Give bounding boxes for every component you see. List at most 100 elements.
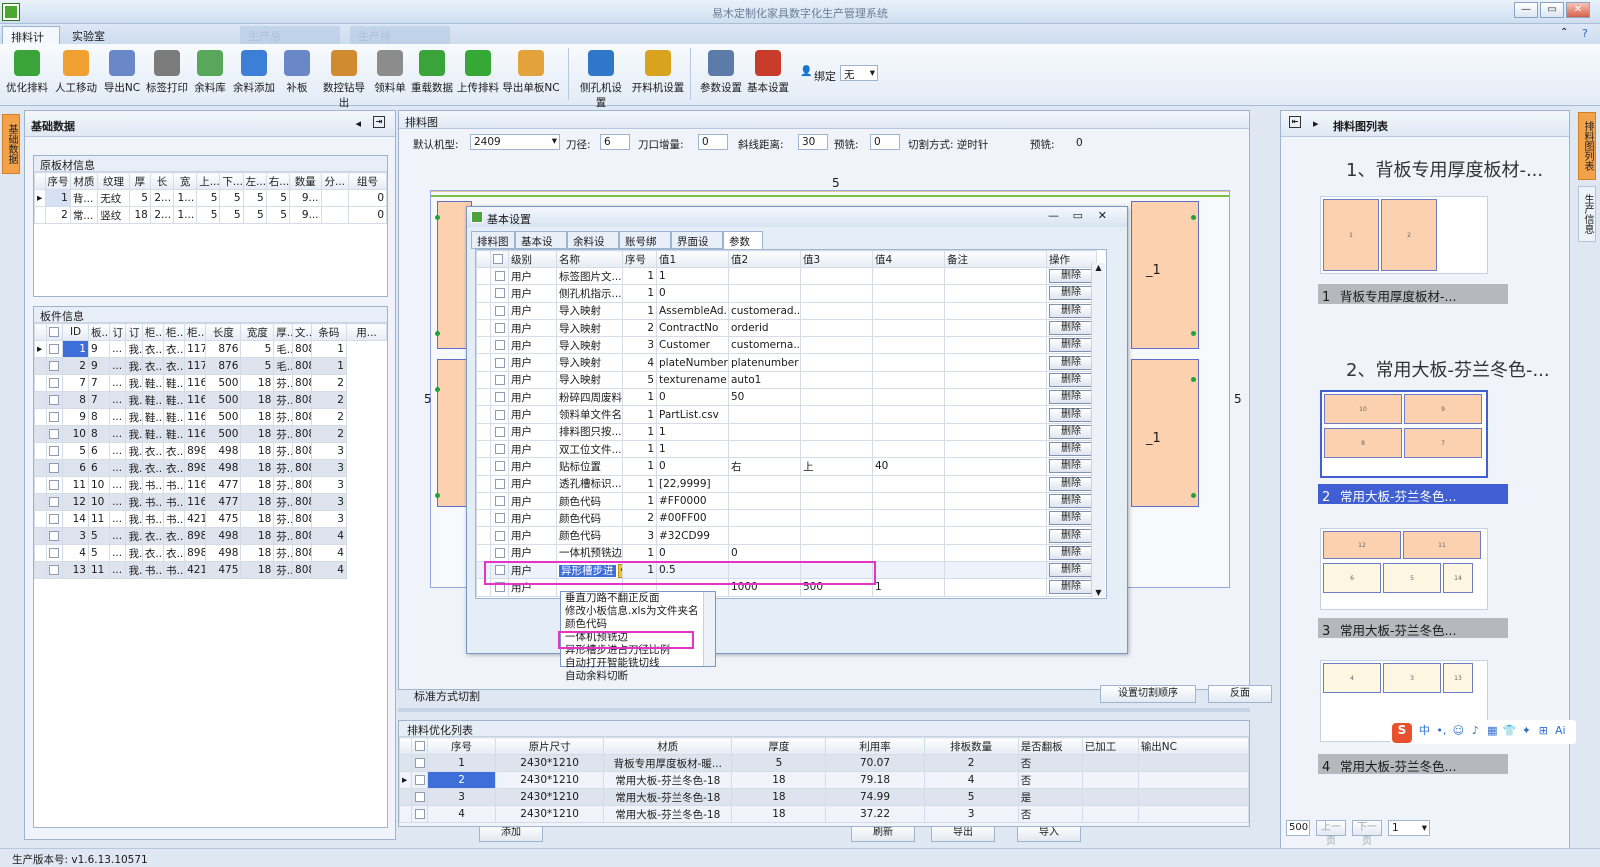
- sheet-thumbnail[interactable]: 12 11 6 5 14: [1320, 528, 1488, 610]
- table-row[interactable]: 用户 颜色代码 3 #32CD99 删除: [476, 526, 1097, 545]
- param-cell[interactable]: orderid: [728, 318, 801, 338]
- param-cell[interactable]: [872, 353, 945, 372]
- part-cell[interactable]: 808...: [292, 425, 312, 443]
- raw-cell[interactable]: [320, 189, 349, 207]
- optimize-cell[interactable]: 4: [923, 771, 1019, 789]
- part-cell[interactable]: 18: [240, 510, 275, 528]
- part-cell[interactable]: ...: [109, 527, 127, 545]
- part-cell[interactable]: 421: [184, 561, 207, 579]
- table-row[interactable]: 用户 双工位文件... 1 1 删除: [476, 439, 1097, 459]
- param-cell[interactable]: [800, 509, 873, 528]
- param-cell[interactable]: 0: [656, 543, 729, 563]
- part-cell[interactable]: ...: [109, 357, 127, 375]
- part-cell[interactable]: 477: [205, 476, 242, 494]
- row-checkbox[interactable]: [49, 548, 60, 558]
- param-cell[interactable]: [872, 336, 945, 355]
- row-checkbox[interactable]: [49, 395, 60, 405]
- param-cell[interactable]: 1: [622, 439, 657, 459]
- part-cell[interactable]: 3: [310, 493, 347, 511]
- parts-column-header[interactable]: ID: [62, 323, 89, 341]
- param-cell[interactable]: [944, 370, 1047, 390]
- part-cell[interactable]: 10: [87, 493, 111, 511]
- row-checkbox[interactable]: [414, 809, 425, 819]
- optimize-column-header[interactable]: 原片尺寸: [495, 737, 605, 755]
- table-row[interactable]: 66...我...衣...衣...89849818芬...808...3: [34, 459, 387, 477]
- part-cell[interactable]: 808...: [292, 442, 312, 460]
- dropdown-item[interactable]: 修改小板信息.xls为文件夹名: [565, 605, 715, 618]
- part-cell[interactable]: 1164: [184, 425, 207, 443]
- part-cell[interactable]: 我...: [125, 357, 143, 375]
- optimize-cell[interactable]: [1081, 805, 1139, 823]
- part-cell[interactable]: 书...: [141, 476, 165, 494]
- param-cell[interactable]: [728, 526, 801, 545]
- part-cell[interactable]: 书...: [141, 561, 165, 579]
- raw-cell[interactable]: 0: [347, 189, 388, 207]
- part-cell[interactable]: 11: [87, 510, 111, 528]
- raw-column-header[interactable]: 下...: [219, 172, 244, 190]
- raw-cell[interactable]: 5: [242, 189, 267, 207]
- checkbox-cell[interactable]: [45, 459, 64, 477]
- optimize-cell[interactable]: 1: [427, 754, 497, 772]
- row-checkbox[interactable]: [494, 478, 505, 489]
- raw-cell[interactable]: 9...: [288, 206, 322, 224]
- part-cell[interactable]: 毛...: [273, 357, 294, 375]
- row-checkbox[interactable]: [49, 514, 60, 524]
- part-cell[interactable]: 18: [240, 561, 275, 579]
- delete-button[interactable]: 删除: [1049, 545, 1093, 560]
- part-cell[interactable]: 18: [240, 527, 275, 545]
- param-column-header[interactable]: 备注: [944, 250, 1047, 268]
- part-cell[interactable]: 毛...: [273, 340, 294, 358]
- part-cell[interactable]: 498: [205, 527, 242, 545]
- dock-icon[interactable]: ⇤: [1289, 116, 1301, 128]
- raw-cell[interactable]: 常...: [69, 206, 99, 224]
- param-cell[interactable]: 用户: [508, 543, 557, 563]
- delete-button[interactable]: 删除: [1049, 338, 1093, 353]
- table-row[interactable]: 77...我...鞋...鞋...116450018芬...808...2: [34, 374, 387, 392]
- param-cell[interactable]: [728, 405, 801, 424]
- optimize-cell[interactable]: 是: [1017, 788, 1083, 806]
- part-cell[interactable]: 2: [62, 357, 89, 375]
- part-cell[interactable]: 500: [205, 374, 242, 392]
- param-cell[interactable]: [944, 474, 1047, 493]
- part-cell[interactable]: 808...: [292, 374, 312, 392]
- part-cell[interactable]: 我...: [125, 527, 143, 545]
- raw-column-header[interactable]: 上...: [196, 172, 221, 190]
- param-cell[interactable]: 用户: [508, 457, 557, 476]
- delete-button[interactable]: 删除: [1049, 390, 1093, 405]
- optimize-cell[interactable]: 常用大板-芬兰冬色-18: [603, 788, 733, 806]
- param-cell[interactable]: platenumber: [728, 353, 801, 372]
- param-cell[interactable]: 1: [622, 543, 657, 563]
- row-checkbox[interactable]: [494, 271, 505, 282]
- optimize-column-header[interactable]: 材质: [603, 737, 733, 755]
- dropdown-item[interactable]: 自动余料切断: [565, 670, 715, 683]
- part-cell[interactable]: 芬...: [273, 493, 294, 511]
- part-cell[interactable]: 鞋...: [163, 391, 186, 409]
- part-cell[interactable]: 衣...: [141, 357, 165, 375]
- part-cell[interactable]: ...: [109, 340, 127, 358]
- param-cell[interactable]: 用户: [508, 301, 557, 320]
- part-cell[interactable]: 898: [184, 459, 207, 477]
- row-checkbox[interactable]: [494, 530, 505, 541]
- param-cell[interactable]: 0: [728, 543, 801, 563]
- part-cell[interactable]: 808...: [292, 459, 312, 477]
- dialog-tab[interactable]: 界面设置: [671, 231, 723, 263]
- param-cell[interactable]: 导入映射: [556, 318, 623, 338]
- param-cell[interactable]: 用户: [508, 336, 557, 355]
- ghost-tab-1[interactable]: 生产总: [240, 26, 340, 44]
- checkbox-cell[interactable]: [490, 509, 509, 528]
- part-cell[interactable]: 8: [62, 391, 89, 409]
- param-cell[interactable]: [800, 353, 873, 372]
- param-cell[interactable]: [872, 318, 945, 338]
- parts-column-header[interactable]: 订: [125, 323, 143, 341]
- row-checkbox[interactable]: [414, 758, 425, 768]
- table-row[interactable]: 用户 导入映射 1 AssembleAd... customerad... 删除: [476, 301, 1097, 320]
- close-button[interactable]: ✕: [1566, 2, 1590, 18]
- row-checkbox[interactable]: [49, 378, 60, 388]
- 导出NC-button[interactable]: 导出NC: [102, 48, 142, 102]
- part-cell[interactable]: 876: [205, 340, 242, 358]
- delete-button[interactable]: 删除: [1049, 286, 1093, 301]
- optimize-column-header[interactable]: 是否翻板: [1017, 737, 1083, 755]
- 基本设置-button[interactable]: 基本设置: [746, 48, 790, 102]
- part-cell[interactable]: 5: [240, 340, 275, 358]
- param-cell[interactable]: 用户: [508, 422, 557, 441]
